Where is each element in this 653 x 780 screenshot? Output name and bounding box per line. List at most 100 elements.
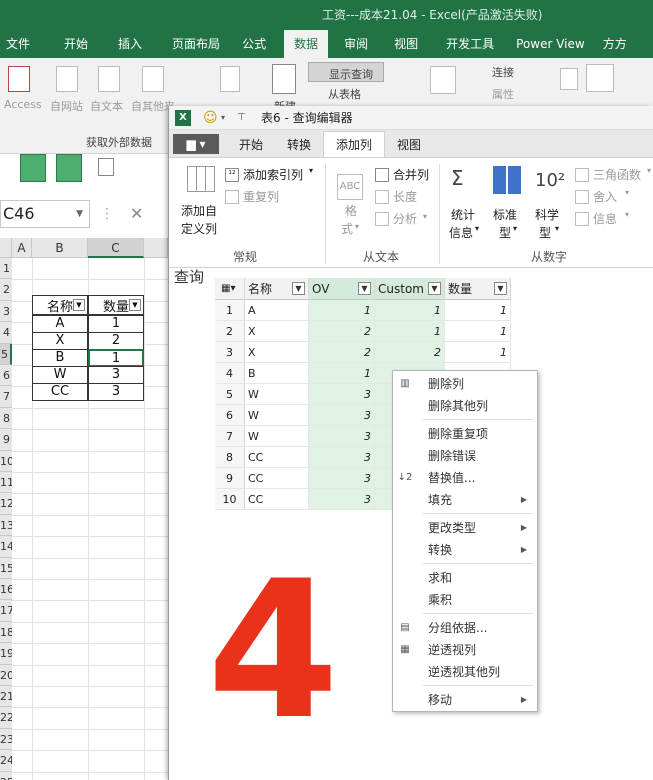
- row-number[interactable]: 9: [215, 468, 245, 489]
- column-header-c[interactable]: C: [88, 238, 144, 258]
- refresh-icon[interactable]: [430, 66, 456, 94]
- existing-connections-icon[interactable]: [220, 66, 240, 92]
- table-cell[interactable]: 2: [375, 342, 445, 363]
- row-header[interactable]: 24: [0, 750, 12, 772]
- table-cell[interactable]: CC: [245, 447, 309, 468]
- table-cell[interactable]: 2: [309, 321, 375, 342]
- table-cell[interactable]: X: [245, 342, 309, 363]
- table-cell[interactable]: X: [245, 321, 309, 342]
- table-header-name[interactable]: 名称 ▼: [32, 295, 88, 315]
- format-button-line1[interactable]: 格: [345, 202, 357, 219]
- quick-access-more-icon[interactable]: ⊤: [237, 106, 246, 130]
- select-all-corner[interactable]: [0, 238, 12, 258]
- context-menu-item[interactable]: 逆透视其他列: [393, 661, 537, 683]
- excel-tab-power-view[interactable]: Power View: [510, 30, 591, 58]
- table-cell[interactable]: 1: [375, 321, 445, 342]
- filter-dropdown-icon[interactable]: ▼: [73, 299, 85, 311]
- length-icon[interactable]: [375, 190, 389, 204]
- format-button-line2[interactable]: 式: [341, 220, 353, 237]
- chevron-down-icon[interactable]: ▾: [423, 212, 427, 221]
- row-header[interactable]: 2: [0, 279, 12, 301]
- properties-button[interactable]: 属性: [492, 86, 514, 102]
- context-menu-item[interactable]: 替换值... ↓2: [393, 467, 537, 489]
- column-header-ov[interactable]: OV ▼: [309, 278, 375, 300]
- trigonometry-icon[interactable]: [575, 168, 589, 182]
- row-number[interactable]: 8: [215, 447, 245, 468]
- duplicate-column-button[interactable]: 重复列: [243, 188, 279, 205]
- filter-dropdown-icon[interactable]: ▼: [292, 282, 305, 295]
- context-menu-item[interactable]: 求和: [393, 567, 537, 589]
- context-menu-item[interactable]: 分组依据... ▤: [393, 617, 537, 639]
- from-access-button[interactable]: Access: [4, 98, 42, 111]
- text-file-icon[interactable]: [98, 66, 120, 92]
- clear-filter-icon[interactable]: [56, 154, 82, 182]
- standard-button-line2[interactable]: 型: [499, 224, 511, 241]
- row-header[interactable]: 9: [0, 429, 12, 451]
- row-number[interactable]: 5: [215, 384, 245, 405]
- row-header[interactable]: 3: [0, 300, 12, 323]
- globe-icon[interactable]: [56, 66, 78, 92]
- excel-tab-formulas[interactable]: 公式: [236, 30, 272, 58]
- statistics-button-line2[interactable]: 信息: [449, 224, 473, 241]
- queries-pane-label[interactable]: 查询: [174, 266, 204, 287]
- row-header[interactable]: 8: [0, 407, 12, 430]
- table-cell[interactable]: B: [245, 363, 309, 384]
- row-header[interactable]: 14: [0, 536, 12, 558]
- chevron-down-icon[interactable]: ▾: [513, 224, 517, 233]
- chevron-down-icon[interactable]: ▾: [625, 210, 629, 219]
- pq-tab-view[interactable]: 视图: [385, 133, 433, 157]
- excel-tab-insert[interactable]: 插入: [112, 30, 148, 58]
- row-header[interactable]: 18: [0, 621, 12, 644]
- excel-tab-developer[interactable]: 开发工具: [440, 30, 500, 58]
- length-button[interactable]: 长度: [393, 188, 417, 205]
- row-header[interactable]: 12: [0, 493, 12, 515]
- context-menu-item[interactable]: 填充 ▶: [393, 489, 537, 511]
- context-menu-item[interactable]: 乘积: [393, 589, 537, 611]
- context-menu-item[interactable]: 更改类型 ▶: [393, 517, 537, 539]
- index-column-icon[interactable]: ¹²: [225, 168, 239, 182]
- add-index-column-button[interactable]: 添加索引列: [243, 166, 303, 183]
- row-number[interactable]: 4: [215, 363, 245, 384]
- table-cell[interactable]: 3: [309, 405, 375, 426]
- table-cell[interactable]: 1: [445, 342, 511, 363]
- column-header-name[interactable]: 名称 ▼: [245, 278, 309, 300]
- access-icon[interactable]: [8, 66, 30, 92]
- excel-tab-fangfang[interactable]: 方方: [597, 30, 633, 58]
- filter-dropdown-icon[interactable]: ▼: [358, 282, 371, 295]
- standard-icon[interactable]: [493, 166, 521, 194]
- table-cell[interactable]: B: [32, 349, 88, 367]
- row-header[interactable]: 25: [0, 771, 12, 780]
- rounding-icon[interactable]: [575, 190, 589, 204]
- table-cell[interactable]: 1: [88, 315, 144, 333]
- table-cell[interactable]: 3: [309, 468, 375, 489]
- sort-az-icon[interactable]: [560, 68, 578, 90]
- column-header-d[interactable]: [144, 238, 168, 258]
- row-number[interactable]: 6: [215, 405, 245, 426]
- connections-button[interactable]: 连接: [492, 64, 514, 80]
- column-header-qty[interactable]: 数量 ▼: [445, 278, 511, 300]
- row-number[interactable]: 1: [215, 300, 245, 321]
- chevron-down-icon[interactable]: ▼: [76, 201, 83, 227]
- name-box[interactable]: C46 ▼: [0, 200, 90, 228]
- table-cell[interactable]: A: [32, 315, 88, 333]
- row-header[interactable]: 22: [0, 707, 12, 729]
- context-menu-item[interactable]: 移动 ▶: [393, 689, 537, 711]
- row-header[interactable]: 20: [0, 664, 12, 686]
- show-query-button[interactable]: 显示查询: [308, 62, 384, 82]
- row-header[interactable]: 5: [0, 343, 12, 365]
- add-custom-column-button-line1[interactable]: 添加自: [181, 202, 217, 219]
- statistics-icon[interactable]: Σ: [451, 166, 464, 190]
- row-header[interactable]: 15: [0, 557, 12, 579]
- table-cell[interactable]: 2: [88, 332, 144, 350]
- statistics-button-line1[interactable]: 统计: [451, 206, 475, 223]
- merge-columns-button[interactable]: 合并列: [393, 166, 429, 183]
- table-cell[interactable]: W: [245, 405, 309, 426]
- pq-tab-home[interactable]: 开始: [227, 133, 275, 157]
- table-cell[interactable]: W: [245, 384, 309, 405]
- row-header[interactable]: 23: [0, 728, 12, 751]
- custom-column-icon[interactable]: [187, 166, 215, 192]
- table-cell[interactable]: X: [32, 332, 88, 350]
- scientific-button-line1[interactable]: 科学: [535, 206, 559, 223]
- row-header[interactable]: 7: [0, 386, 12, 408]
- context-menu-item[interactable]: 删除其他列: [393, 395, 537, 417]
